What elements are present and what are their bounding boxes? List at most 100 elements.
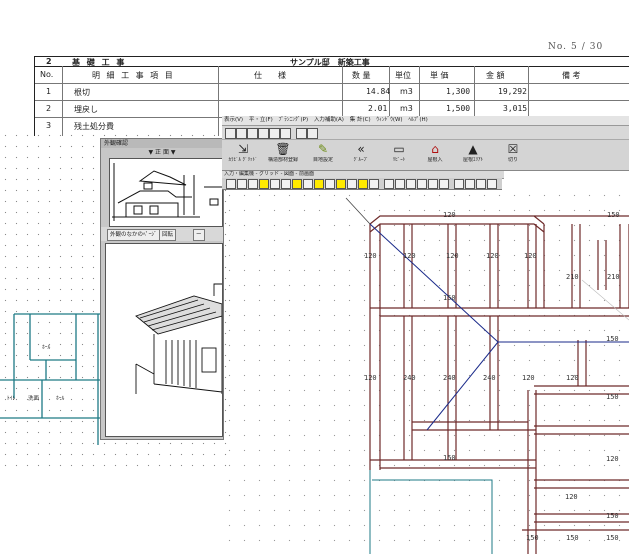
house-elevation-drawing	[112, 163, 222, 221]
group-button[interactable]: « ｸﾞﾙｰﾌﾟ	[342, 141, 380, 169]
main-toolbar: ⇲ ｶﾗﾋﾞﾙ ｸﾞﾘｯﾄﾞ 🗑 構造部材登録 ✎ 目地設定 « ｸﾞﾙｰﾌﾟ …	[222, 140, 629, 171]
beam-label: 120	[364, 374, 377, 382]
text-icon[interactable]	[347, 179, 357, 189]
zoom-icon[interactable]	[259, 179, 269, 189]
paste-icon[interactable]	[280, 128, 291, 139]
room-label: ﾎｰﾙ	[42, 345, 51, 351]
grid-pointer-icon: ⇲	[237, 142, 249, 156]
menu-assist[interactable]: 入力補助(A)	[314, 117, 344, 123]
exterior-viewer-window[interactable]: 外観確認 ▼ 正 面 ▼ 外観のなかのﾍﾟｰｼﾞ 回転 ー	[100, 138, 226, 440]
col-header-note: 備 考	[562, 71, 581, 80]
menu-plan[interactable]: 平・立(F)	[249, 117, 273, 123]
viewer-page-button[interactable]: 外観のなかのﾍﾟｰｼﾞ	[107, 229, 160, 241]
redo-icon[interactable]	[307, 128, 318, 139]
undo-icon[interactable]	[296, 128, 307, 139]
beam-label: 150	[443, 294, 456, 302]
rows-icon[interactable]	[428, 179, 438, 189]
col-header-spec: 仕 様	[254, 71, 286, 80]
beam-label: 120	[522, 374, 535, 382]
grid-button[interactable]: ⇲ ｶﾗﾋﾞﾙ ｸﾞﾘｯﾄﾞ	[224, 141, 262, 169]
member-register-button[interactable]: 🗑 構造部材登録	[264, 141, 302, 169]
roof-area-button[interactable]: ▲ 屋根ｴﾘｱﾄ	[454, 141, 492, 169]
beam-label: 120	[364, 252, 377, 260]
layer-icon[interactable]	[369, 179, 379, 189]
roof-input-button[interactable]: ⌂ 屋根入	[416, 141, 454, 169]
box-icon: ▭	[393, 142, 405, 156]
col-header-item: 明 細 工 事 項 目	[92, 71, 175, 80]
cut-button[interactable]: ☒ 切り	[494, 141, 532, 169]
beam-label: 210	[607, 273, 620, 281]
repeat-button[interactable]: ▭ ﾘﾋﾟｰﾄ	[380, 141, 418, 169]
estimate-sheet: No. 5/30 2 基 礎 工 事 サンプル邸 新築工事 No. 明 細 工 事…	[0, 0, 629, 136]
col-header-unit: 単位	[395, 71, 411, 80]
close-icon[interactable]	[476, 179, 486, 189]
col-header-price: 単 価	[430, 71, 449, 80]
col-header-amount: 金 額	[486, 71, 505, 80]
snap-icon[interactable]	[325, 179, 335, 189]
section-number: 2	[46, 57, 52, 66]
new-icon[interactable]	[225, 128, 236, 139]
save-icon[interactable]	[247, 128, 258, 139]
beam-label: 120	[403, 252, 416, 260]
rotate-icon[interactable]	[281, 179, 291, 189]
edit-toolbar	[222, 178, 502, 190]
erase-icon[interactable]	[303, 179, 313, 189]
col-header-no: No.	[40, 70, 54, 79]
beam-label: 240	[443, 374, 456, 382]
perspective-3d-view[interactable]	[105, 243, 223, 437]
menu-help[interactable]: ﾍﾙﾌﾟ(H)	[408, 117, 427, 123]
menu-view[interactable]: 表示(V)	[224, 117, 243, 123]
roof-icon: ▲	[468, 142, 478, 156]
viewer-view-label[interactable]: ▼ 正 面 ▼	[101, 149, 223, 157]
fill-icon[interactable]	[336, 179, 346, 189]
minus-button[interactable]: ー	[193, 229, 205, 241]
beam-label: 150	[606, 393, 619, 401]
columns-icon[interactable]	[417, 179, 427, 189]
bars-icon[interactable]	[439, 179, 449, 189]
house-3d-drawing	[135, 283, 223, 394]
print-icon[interactable]	[258, 128, 269, 139]
menu-window[interactable]: ｳｨﾝﾄﾞｳ(W)	[376, 117, 402, 123]
floor-plan-left	[0, 313, 110, 445]
merge-icon[interactable]	[465, 179, 475, 189]
split-icon[interactable]	[454, 179, 464, 189]
beam-label: 150	[566, 534, 579, 542]
chevron-left-icon: «	[357, 142, 365, 156]
col-header-qty: 数 量	[352, 71, 371, 80]
rotate-button[interactable]: 回転	[159, 229, 177, 241]
joint-setting-button[interactable]: ✎ 目地設定	[304, 141, 342, 169]
table-icon[interactable]	[406, 179, 416, 189]
beam-label: 120	[524, 252, 537, 260]
move-icon[interactable]	[248, 179, 258, 189]
menu-planning[interactable]: ﾌﾟﾗﾝﾆﾝｸﾞ(P)	[279, 117, 309, 123]
beam-label: 150	[443, 454, 456, 462]
beam-label: 120	[606, 455, 619, 463]
trash-icon: 🗑	[275, 142, 291, 156]
pencil-icon: ✎	[317, 142, 329, 156]
magnify-icon[interactable]	[270, 179, 280, 189]
viewer-controls: 外観のなかのﾍﾟｰｼﾞ 回転 ー	[101, 227, 223, 241]
menu-calc[interactable]: 集 計(C)	[350, 117, 371, 123]
house-icon: ⌂	[431, 142, 439, 156]
align-icon[interactable]	[384, 179, 394, 189]
beam-label: 150	[606, 335, 619, 343]
distribute-icon[interactable]	[395, 179, 405, 189]
dimension-icon[interactable]	[358, 179, 368, 189]
room-label: 洗面	[28, 396, 40, 402]
standard-toolbar	[222, 126, 629, 140]
room-label: ﾄｲﾚ	[7, 396, 16, 402]
beam-label: 150	[526, 534, 539, 542]
elevation-preview	[109, 158, 223, 227]
cad-menu-bar: 表示(V) 平・立(F) ﾌﾟﾗﾝﾆﾝｸﾞ(P) 入力補助(A) 集 計(C) …	[222, 116, 629, 126]
beam-label: 210	[566, 273, 579, 281]
line-icon[interactable]	[237, 179, 247, 189]
page-number: No. 5/30	[548, 42, 604, 52]
beam-label: 150	[606, 534, 619, 542]
select-icon[interactable]	[226, 179, 236, 189]
edit-icon[interactable]	[314, 179, 324, 189]
draw-icon[interactable]	[292, 179, 302, 189]
beam-label: 120	[566, 374, 579, 382]
open-icon[interactable]	[236, 128, 247, 139]
copy-icon[interactable]	[269, 128, 280, 139]
settings-icon[interactable]	[487, 179, 497, 189]
